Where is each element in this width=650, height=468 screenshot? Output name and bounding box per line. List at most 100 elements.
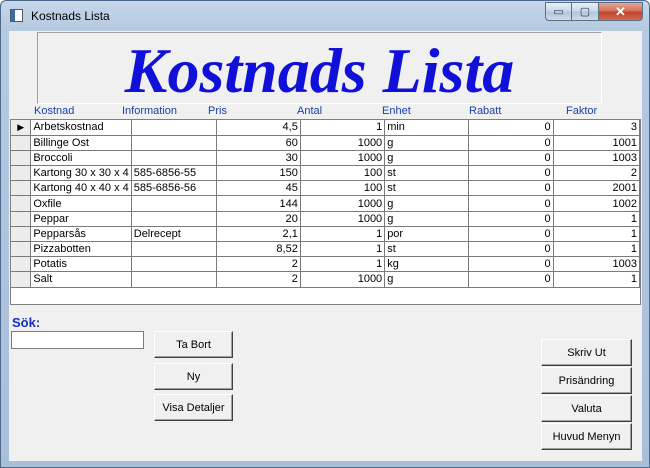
table-row[interactable]: Salt 2 1000 g 0 1 (11, 271, 640, 288)
valuta-button[interactable]: Valuta (541, 395, 632, 422)
cell-pris[interactable]: 45 (216, 180, 301, 197)
visa-detaljer-button[interactable]: Visa Detaljer (154, 394, 233, 421)
row-selector[interactable] (11, 226, 32, 243)
cell-faktor[interactable]: 1 (553, 271, 640, 288)
row-selector[interactable] (11, 135, 32, 151)
skriv-ut-button[interactable]: Skriv Ut (541, 339, 632, 366)
cell-antal[interactable]: 1000 (300, 195, 386, 212)
huvud-menyn-button[interactable]: Huvud Menyn (541, 423, 632, 450)
cell-pris[interactable]: 2 (216, 271, 301, 288)
cell-enhet[interactable]: g (384, 271, 470, 288)
column-header-information[interactable]: Information (122, 105, 177, 117)
row-selector[interactable]: ▶ (11, 120, 32, 136)
cell-antal[interactable]: 1 (300, 256, 386, 273)
row-selector[interactable] (11, 165, 32, 182)
table-row[interactable]: Billinge Ost 60 1000 g 0 1001 (11, 135, 640, 151)
cell-enhet[interactable]: por (384, 226, 470, 243)
cell-pris[interactable]: 144 (216, 195, 301, 212)
table-row[interactable]: Broccoli 30 1000 g 0 1003 (11, 150, 640, 167)
cell-pris[interactable]: 2 (216, 256, 301, 273)
cell-rabatt[interactable]: 0 (468, 120, 554, 136)
row-selector[interactable] (11, 271, 32, 288)
cell-antal[interactable]: 1000 (300, 135, 386, 151)
cell-kostnad[interactable]: Arbetskostnad (30, 120, 132, 136)
cell-faktor[interactable]: 1002 (553, 195, 640, 212)
cell-antal[interactable]: 1000 (300, 271, 386, 288)
cell-kostnad[interactable]: Salt (30, 271, 132, 288)
cell-kostnad[interactable]: Kartong 40 x 40 x 4 (30, 180, 132, 197)
cell-enhet[interactable]: g (384, 150, 470, 167)
cell-pris[interactable]: 20 (216, 211, 301, 227)
cell-enhet[interactable]: g (384, 211, 470, 227)
cell-faktor[interactable]: 1 (553, 226, 640, 243)
cell-faktor[interactable]: 1003 (553, 150, 640, 167)
cell-information[interactable] (131, 241, 217, 258)
cell-enhet[interactable]: st (384, 180, 470, 197)
cell-faktor[interactable]: 1003 (553, 256, 640, 273)
column-header-enhet[interactable]: Enhet (382, 105, 411, 117)
cell-kostnad[interactable]: Billinge Ost (30, 135, 132, 151)
cell-antal[interactable]: 1 (300, 226, 386, 243)
cell-antal[interactable]: 1 (300, 241, 386, 258)
cell-faktor[interactable]: 1 (553, 211, 640, 227)
cell-enhet[interactable]: kg (384, 256, 470, 273)
cell-rabatt[interactable]: 0 (468, 150, 554, 167)
ta-bort-button[interactable]: Ta Bort (154, 331, 233, 358)
cell-pris[interactable]: 8,52 (216, 241, 301, 258)
cell-kostnad[interactable]: Pepparsås (30, 226, 132, 243)
column-header-rabatt[interactable]: Rabatt (469, 105, 501, 117)
table-row[interactable]: Pepparsås Delrecept 2,1 1 por 0 1 (11, 226, 640, 243)
column-header-faktor[interactable]: Faktor (566, 105, 597, 117)
row-selector[interactable] (11, 211, 32, 227)
cell-information[interactable]: Delrecept (131, 226, 217, 243)
cell-information[interactable] (131, 211, 217, 227)
cell-rabatt[interactable]: 0 (468, 135, 554, 151)
maximize-button[interactable]: ▢ (572, 2, 599, 21)
row-selector[interactable] (11, 241, 32, 258)
row-selector[interactable] (11, 256, 32, 273)
column-header-pris[interactable]: Pris (208, 105, 227, 117)
cell-kostnad[interactable]: Potatis (30, 256, 132, 273)
row-selector[interactable] (11, 195, 32, 212)
table-row[interactable]: Potatis 2 1 kg 0 1003 (11, 256, 640, 273)
table-row[interactable]: ▶ Arbetskostnad 4,5 1 min 0 3 (11, 120, 640, 136)
cell-faktor[interactable]: 1001 (553, 135, 640, 151)
cell-rabatt[interactable]: 0 (468, 256, 554, 273)
cell-information[interactable] (131, 135, 217, 151)
row-selector[interactable] (11, 180, 32, 197)
title-bar[interactable]: Kostnads Lista ▭ ▢ ✕ (1, 1, 649, 31)
cell-rabatt[interactable]: 0 (468, 165, 554, 182)
cost-table[interactable]: ▶ Arbetskostnad 4,5 1 min 0 3 Billinge Ost 60 100… (10, 119, 641, 305)
table-row[interactable]: Peppar 20 1000 g 0 1 (11, 211, 640, 227)
cell-antal[interactable]: 100 (300, 180, 386, 197)
cell-enhet[interactable]: g (384, 135, 470, 151)
cell-antal[interactable]: 1000 (300, 150, 386, 167)
column-header-kostnad[interactable]: Kostnad (34, 105, 74, 117)
column-header-antal[interactable]: Antal (297, 105, 322, 117)
cell-pris[interactable]: 30 (216, 150, 301, 167)
cell-pris[interactable]: 4,5 (216, 120, 301, 136)
cell-information[interactable]: 585-6856-56 (131, 180, 217, 197)
cell-rabatt[interactable]: 0 (468, 211, 554, 227)
cell-kostnad[interactable]: Peppar (30, 211, 132, 227)
close-button[interactable]: ✕ (599, 2, 643, 21)
cell-kostnad[interactable]: Oxfile (30, 195, 132, 212)
prisandring-button[interactable]: Prisändring (541, 367, 632, 394)
cell-pris[interactable]: 150 (216, 165, 301, 182)
cell-antal[interactable]: 1000 (300, 211, 386, 227)
table-row[interactable]: Kartong 40 x 40 x 4 585-6856-56 45 100st 0 20… (11, 180, 640, 197)
cell-kostnad[interactable]: Kartong 30 x 30 x 4 (30, 165, 132, 182)
cell-faktor[interactable]: 2001 (553, 180, 640, 197)
cell-information[interactable] (131, 195, 217, 212)
cell-information[interactable]: 585-6856-55 (131, 165, 217, 182)
cell-faktor[interactable]: 2 (553, 165, 640, 182)
cell-antal[interactable]: 1 (300, 120, 386, 136)
table-row[interactable]: Pizzabotten 8,52 1st 0 1 (11, 241, 640, 258)
cell-enhet[interactable]: st (384, 165, 470, 182)
ny-button[interactable]: Ny (154, 363, 233, 390)
cell-information[interactable] (131, 256, 217, 273)
cell-pris[interactable]: 2,1 (216, 226, 301, 243)
table-row[interactable]: Oxfile 144 1000 g 0 1002 (11, 195, 640, 212)
minimize-button[interactable]: ▭ (545, 2, 572, 21)
cell-rabatt[interactable]: 0 (468, 195, 554, 212)
